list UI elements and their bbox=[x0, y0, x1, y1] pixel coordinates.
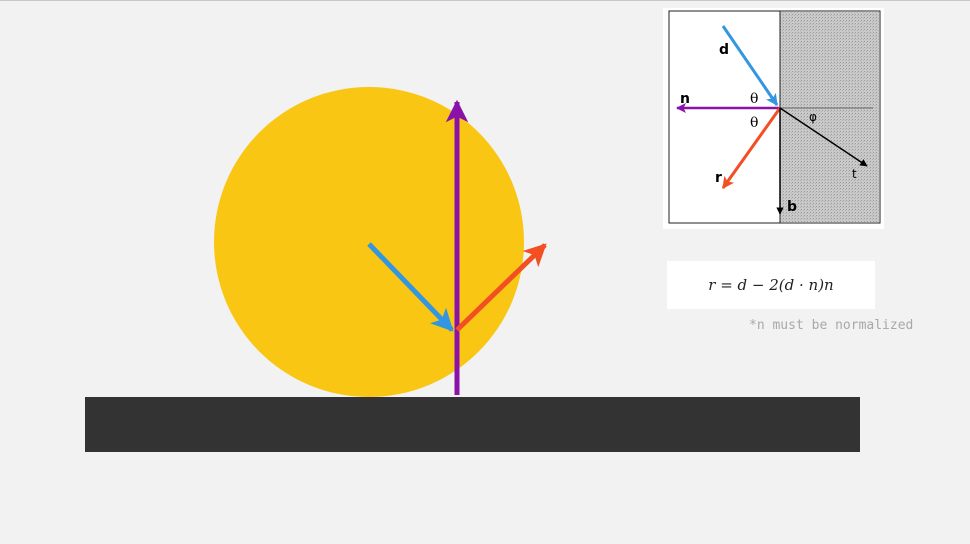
reflection-formula: r = d − 2(d · n)n bbox=[667, 261, 875, 309]
label-n: n bbox=[680, 91, 690, 107]
normalization-note: *n must be normalized bbox=[749, 318, 914, 333]
ball bbox=[214, 87, 524, 397]
label-theta-reflected: θ bbox=[750, 115, 758, 131]
label-r: r bbox=[715, 170, 722, 186]
label-phi: φ bbox=[809, 110, 817, 124]
inset-diagram-svg: d n θ θ φ r t b bbox=[668, 10, 881, 224]
label-d: d bbox=[719, 42, 729, 58]
reflection-refraction-diagram: d n θ θ φ r t b bbox=[663, 8, 884, 229]
floor bbox=[85, 397, 860, 452]
label-b: b bbox=[787, 199, 797, 215]
label-theta-incident: θ bbox=[750, 91, 758, 107]
label-t: t bbox=[852, 167, 857, 181]
